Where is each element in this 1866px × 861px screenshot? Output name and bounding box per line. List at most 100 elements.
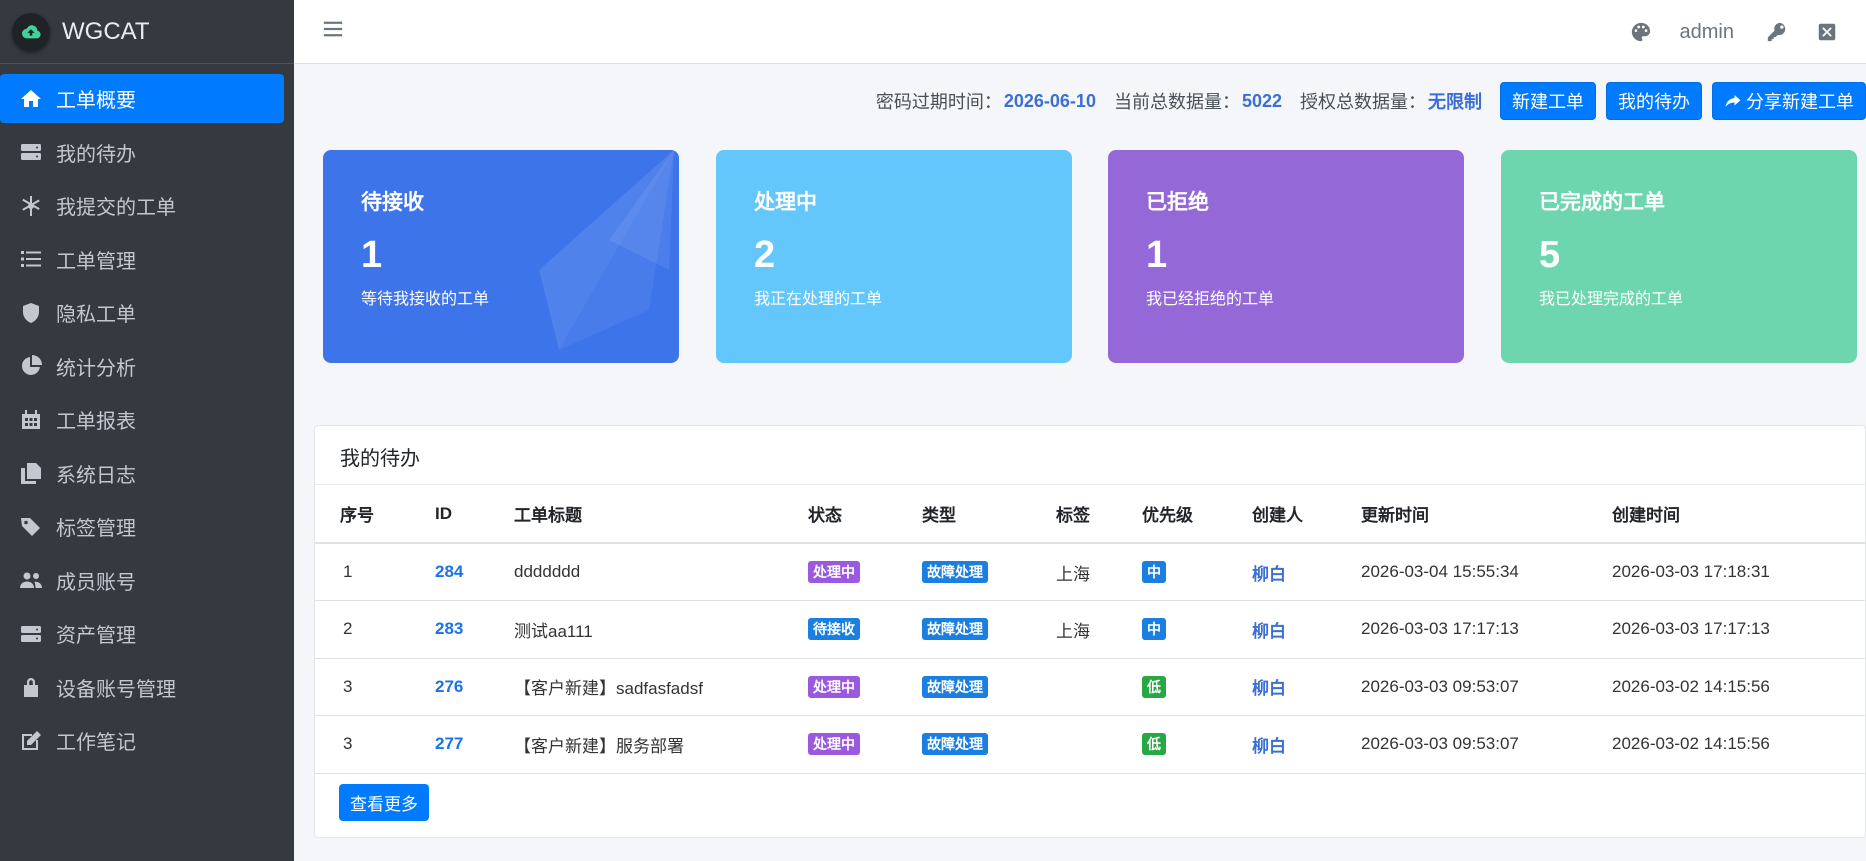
cell-created: 2026-03-02 14:15:56: [1612, 658, 1865, 716]
brand-name: WGCAT: [62, 17, 150, 45]
cell-created: 2026-03-03 17:18:31: [1612, 543, 1865, 601]
share-icon: [1725, 95, 1741, 107]
card-rejected[interactable]: 已拒绝 1 我已经拒绝的工单: [1108, 150, 1464, 363]
password-expiry-label: 密码过期时间：: [875, 92, 1002, 112]
sidebar-item-10[interactable]: 资产管理: [0, 609, 284, 658]
cell-tag: 上海: [1056, 600, 1142, 659]
shield-icon: [18, 300, 44, 326]
card-count: 5: [1539, 234, 1561, 276]
total-data-label: 当前总数据量：: [1113, 92, 1240, 112]
ticket-id-link[interactable]: 284: [435, 562, 463, 581]
card-title: 处理中: [754, 191, 817, 214]
sidebar-item-1[interactable]: 我的待办: [0, 128, 284, 177]
cell-created: 2026-03-02 14:15:56: [1612, 715, 1865, 774]
creator-link[interactable]: 柳白: [1252, 737, 1286, 756]
cell-title: ddddddd: [514, 543, 808, 601]
card-completed[interactable]: 已完成的工单 5 我已处理完成的工单: [1501, 150, 1857, 363]
close-window-icon[interactable]: [1816, 21, 1838, 43]
priority-badge: 中: [1142, 618, 1166, 641]
lock-icon: [18, 674, 44, 700]
sidebar-item-label: 统计分析: [56, 357, 136, 380]
table-row[interactable]: 3 277 【客户新建】服务部署 处理中 故障处理 低 柳白 2026-03-03 09:53…: [315, 715, 1865, 774]
sidebar-item-0[interactable]: 工单概要: [0, 74, 284, 123]
view-more-button[interactable]: 查看更多: [339, 784, 429, 821]
table-row[interactable]: 1 284 ddddddd 处理中 故障处理 上海中 柳白 2026-03-04 15:55:…: [315, 543, 1865, 601]
my-todo-button[interactable]: 我的待办: [1606, 82, 1702, 120]
card-processing[interactable]: 处理中 2 我正在处理的工单: [716, 150, 1072, 363]
license-label: 授权总数据量：: [1300, 92, 1426, 112]
share-new-ticket-label: 分享新建工单: [1746, 92, 1854, 112]
table-header: 序号 ID 工单标题 状态 类型 标签 优先级 创建人 更新时间 创建时间: [315, 485, 1865, 544]
cell-tag: [1056, 715, 1142, 774]
priority-badge: 低: [1142, 675, 1166, 698]
card-count: 1: [1146, 234, 1168, 276]
brand[interactable]: WGCAT: [0, 0, 294, 64]
sidebar-item-label: 标签管理: [56, 518, 136, 540]
table-row[interactable]: 3 276 【客户新建】sadfasfadsf 处理中 故障处理 低 柳白 2026-03-0…: [315, 658, 1865, 716]
column-header: 创建人: [1252, 485, 1361, 544]
priority-badge: 低: [1142, 733, 1166, 756]
column-header: 类型: [922, 485, 1056, 544]
sidebar-item-2[interactable]: 我提交的工单: [0, 181, 284, 230]
ticket-id-link[interactable]: 276: [435, 677, 463, 696]
column-header: ID: [435, 485, 514, 544]
sidebar-item-4[interactable]: 隐私工单: [0, 288, 284, 337]
card-desc: 我已经拒绝的工单: [1146, 291, 1275, 308]
cell-title: 【客户新建】服务部署: [514, 715, 808, 774]
cell-tag: [1056, 658, 1142, 716]
key-icon[interactable]: [1766, 21, 1788, 43]
tags-icon: [18, 514, 44, 540]
share-new-ticket-button[interactable]: 分享新建工单: [1712, 82, 1866, 120]
user-name[interactable]: admin: [1680, 21, 1734, 44]
edit-icon: [18, 728, 44, 754]
palette-icon[interactable]: [1630, 21, 1652, 43]
column-header: 优先级: [1142, 485, 1252, 544]
sidebar-item-label: 工作笔记: [56, 732, 136, 754]
cell-created: 2026-03-03 17:17:13: [1612, 600, 1865, 659]
cell-title: 测试aa111: [514, 600, 808, 659]
card-count: 2: [754, 234, 776, 276]
calendar-icon: [18, 407, 44, 433]
sidebar-item-label: 资产管理: [56, 625, 136, 647]
todo-card: 我的待办 序号 ID 工单标题 状态 类型 标签 优先级 创建人 更新时间 创建时间 1 284 dd…: [314, 425, 1866, 838]
sidebar-item-label: 隐私工单: [56, 304, 136, 326]
column-header: 序号: [315, 485, 435, 544]
ticket-id-link[interactable]: 283: [435, 619, 463, 638]
sidebar-item-7[interactable]: 系统日志: [0, 449, 284, 498]
new-ticket-button[interactable]: 新建工单: [1500, 82, 1596, 120]
server-icon: [18, 139, 44, 165]
sidebar-item-label: 系统日志: [56, 464, 136, 487]
sidebar-item-label: 设备账号管理: [56, 678, 176, 701]
sidebar-item-12[interactable]: 工作笔记: [0, 716, 284, 765]
card-title: 已拒绝: [1146, 191, 1209, 214]
creator-link[interactable]: 柳白: [1252, 622, 1286, 641]
status-badge: 处理中: [808, 561, 860, 583]
sidebar-item-11[interactable]: 设备账号管理: [0, 663, 284, 712]
snowflake-icon: [18, 193, 44, 219]
sidebar-item-8[interactable]: 标签管理: [0, 502, 284, 551]
cell-updated: 2026-03-04 15:55:34: [1361, 543, 1612, 601]
list-icon: [18, 246, 44, 272]
type-badge: 故障处理: [922, 733, 988, 756]
sidebar-item-label: 工单报表: [56, 411, 136, 433]
creator-link[interactable]: 柳白: [1252, 679, 1286, 698]
cell-tag: 上海: [1056, 543, 1142, 601]
sidebar-item-9[interactable]: 成员账号: [0, 556, 284, 605]
sidebar-item-3[interactable]: 工单管理: [0, 235, 284, 284]
card-desc: 我已处理完成的工单: [1539, 291, 1684, 308]
sidebar-item-5[interactable]: 统计分析: [0, 342, 284, 391]
column-header: 状态: [808, 485, 922, 544]
sidebar-item-label: 成员账号: [56, 571, 136, 594]
cell-seq: 1: [315, 543, 435, 601]
type-badge: 故障处理: [922, 561, 988, 583]
column-header: 更新时间: [1361, 485, 1612, 544]
ticket-id-link[interactable]: 277: [435, 734, 463, 753]
table-row[interactable]: 2 283 测试aa111 待接收 故障处理 上海中 柳白 2026-03-03 17:17:…: [315, 600, 1865, 659]
home-icon: [18, 86, 44, 112]
card-pending[interactable]: 待接收 1 等待我接收的工单: [323, 150, 679, 363]
menu-toggle-icon[interactable]: [322, 18, 344, 40]
sidebar-item-6[interactable]: 工单报表: [0, 395, 284, 444]
cell-updated: 2026-03-03 17:17:13: [1361, 600, 1612, 659]
cell-updated: 2026-03-03 09:53:07: [1361, 658, 1612, 716]
creator-link[interactable]: 柳白: [1252, 565, 1286, 584]
